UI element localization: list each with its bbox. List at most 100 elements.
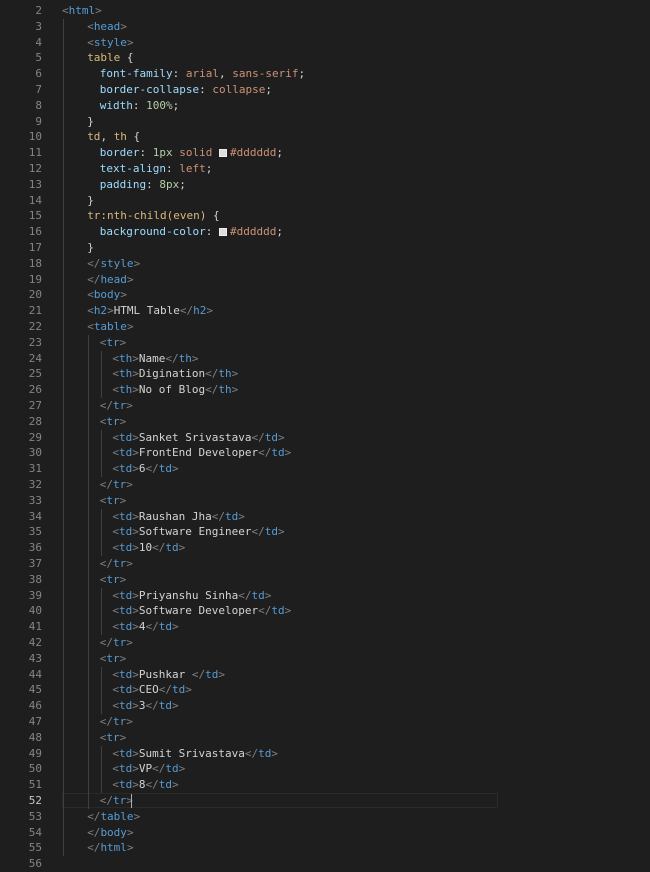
code-line[interactable]: 9} (0, 114, 650, 130)
code-line[interactable]: 42 </tr> (0, 635, 650, 651)
code-token-punct: < (87, 19, 94, 33)
code-token-punct: > (277, 525, 285, 539)
code-token-punct: > (132, 683, 139, 697)
line-number: 40 (28, 604, 42, 618)
code-line[interactable]: 2 <html> (0, 3, 650, 19)
code-token-tag: tr (106, 493, 120, 507)
code-line[interactable]: 48 <tr> (0, 730, 650, 746)
code-line[interactable]: 45 <td>CEO</td> (0, 682, 650, 698)
code-token-punct: </ (211, 509, 225, 523)
line-number: 25 (28, 367, 42, 381)
code-editor[interactable]: 2 <html> 3 <head> 4 <style> 5 table {6 font-fami… (0, 0, 650, 870)
indent-guide (100, 429, 102, 477)
code-line[interactable]: 32 </tr> (0, 477, 650, 493)
code-token-punct: > (120, 288, 127, 302)
color-swatch-icon[interactable] (219, 228, 228, 237)
code-token-punct: > (119, 493, 127, 507)
code-line[interactable]: 13 padding: 8px; (0, 177, 650, 193)
indent-guide (88, 334, 90, 809)
code-text: tr:nth-child(even) { (87, 208, 219, 224)
code-line[interactable]: 27 </tr> (0, 398, 650, 414)
code-line[interactable]: 49 <td>Sumit Srivastava</td> (0, 746, 650, 762)
code-token-plain: , (100, 130, 114, 144)
code-token-punct: > (132, 778, 139, 792)
code-token-punct: < (87, 35, 94, 49)
code-token-punct: > (238, 509, 245, 523)
code-line[interactable]: 22 <table> (0, 319, 650, 335)
code-token-tag: body (100, 825, 127, 839)
code-token-text: HTML Table (113, 304, 180, 318)
code-line[interactable]: 17} (0, 240, 650, 256)
code-line[interactable]: 47 </tr> (0, 714, 650, 730)
code-line[interactable]: 5 table { (0, 50, 650, 66)
code-line[interactable]: 41 <td>4</td> (0, 619, 650, 635)
code-line[interactable]: 11 border: 1px solid #dddddd; (0, 145, 650, 161)
code-line[interactable]: 54 </body> (0, 825, 650, 841)
code-line[interactable]: 33 <tr> (0, 493, 650, 509)
code-line[interactable]: 21 <h2>HTML Table</h2> (0, 303, 650, 319)
code-line[interactable]: 16 background-color: #dddddd; (0, 224, 650, 240)
code-line[interactable]: 3 <head> (0, 19, 650, 35)
code-token-num: 8px (159, 177, 180, 191)
code-line[interactable]: 20 <body> (0, 287, 650, 303)
code-line[interactable]: 26 <th>No of Blog</th> (0, 382, 650, 398)
code-line[interactable]: 15 tr:nth-child(even) { (0, 208, 650, 224)
code-line[interactable]: 24 <th>Name</th> (0, 351, 650, 367)
code-line[interactable]: 19 </head> (0, 272, 650, 288)
code-line[interactable]: 55 </html> (0, 840, 650, 856)
code-token-punct: > (218, 667, 225, 681)
line-number: 12 (28, 162, 42, 175)
code-token-punct: > (119, 651, 127, 665)
code-line[interactable]: 31 <td>6</td> (0, 461, 650, 477)
code-text: <td>4</td> (112, 619, 178, 635)
code-text: <th>No of Blog</th> (112, 382, 238, 398)
line-number: 7 (35, 83, 42, 96)
code-line[interactable]: 38 <tr> (0, 572, 650, 588)
code-token-val: arial (185, 67, 220, 81)
code-token-tag: tr (106, 414, 120, 428)
code-token-punct: </ (251, 525, 265, 539)
code-line[interactable]: 29 <td>Sanket Srivastava</td> (0, 430, 650, 446)
code-line[interactable]: 37 </tr> (0, 556, 650, 572)
color-swatch-icon[interactable] (219, 149, 228, 158)
code-line[interactable]: 51 <td>8</td> (0, 777, 650, 793)
code-line[interactable]: 44 <td>Pushkar </td> (0, 667, 650, 683)
code-token-tag: td (119, 541, 133, 555)
code-line[interactable]: 46 <td>3</td> (0, 698, 650, 714)
code-token-punct: > (126, 272, 134, 286)
code-line[interactable]: 23 <tr> (0, 335, 650, 351)
code-line[interactable]: 52 </tr> (0, 793, 650, 809)
code-line[interactable]: 39 <td>Priyanshu Sinha</td> (0, 588, 650, 604)
code-line[interactable]: 25 <th>Digination</th> (0, 366, 650, 382)
line-number: 13 (28, 177, 42, 191)
code-text: <td>8</td> (112, 777, 178, 793)
code-line[interactable]: 14} (0, 193, 650, 209)
code-line[interactable]: 12 text-align: left; (0, 161, 650, 177)
code-line[interactable]: 30 <td>FrontEnd Developer</td> (0, 445, 650, 461)
code-token-sel: tr:nth-child(even) (87, 209, 207, 223)
code-token-punct: > (119, 335, 127, 349)
code-line[interactable]: 4 <style> (0, 35, 650, 51)
code-line[interactable]: 56 (0, 856, 650, 872)
line-number: 15 (28, 209, 42, 223)
code-line[interactable]: 28 <tr> (0, 414, 650, 430)
code-line[interactable]: 8 width: 100%; (0, 98, 650, 114)
code-line[interactable]: 36 <td>10</td> (0, 540, 650, 556)
code-line[interactable]: 10 td, th { (0, 129, 650, 145)
code-token-punct: > (132, 541, 139, 555)
code-token-punct: </ (87, 841, 101, 855)
code-line[interactable]: 34 <td>Raushan Jha</td> (0, 509, 650, 525)
code-line[interactable]: 40 <td>Software Developer</td> (0, 603, 650, 619)
line-number: 32 (28, 478, 42, 491)
code-line[interactable]: 50 <td>VP</td> (0, 761, 650, 777)
code-token-val: #dddddd (230, 146, 277, 160)
code-line[interactable]: 53 </table> (0, 809, 650, 825)
line-number: 21 (28, 304, 42, 318)
code-line[interactable]: 18 </style> (0, 256, 650, 272)
indent-guide (100, 745, 102, 793)
code-line[interactable]: 43 <tr> (0, 651, 650, 667)
code-line[interactable]: 35 <td>Software Engineer</td> (0, 524, 650, 540)
code-token-punct: > (126, 841, 134, 855)
code-line[interactable]: 6 font-family: arial, sans-serif; (0, 66, 650, 82)
code-line[interactable]: 7 border-collapse: collapse; (0, 82, 650, 98)
